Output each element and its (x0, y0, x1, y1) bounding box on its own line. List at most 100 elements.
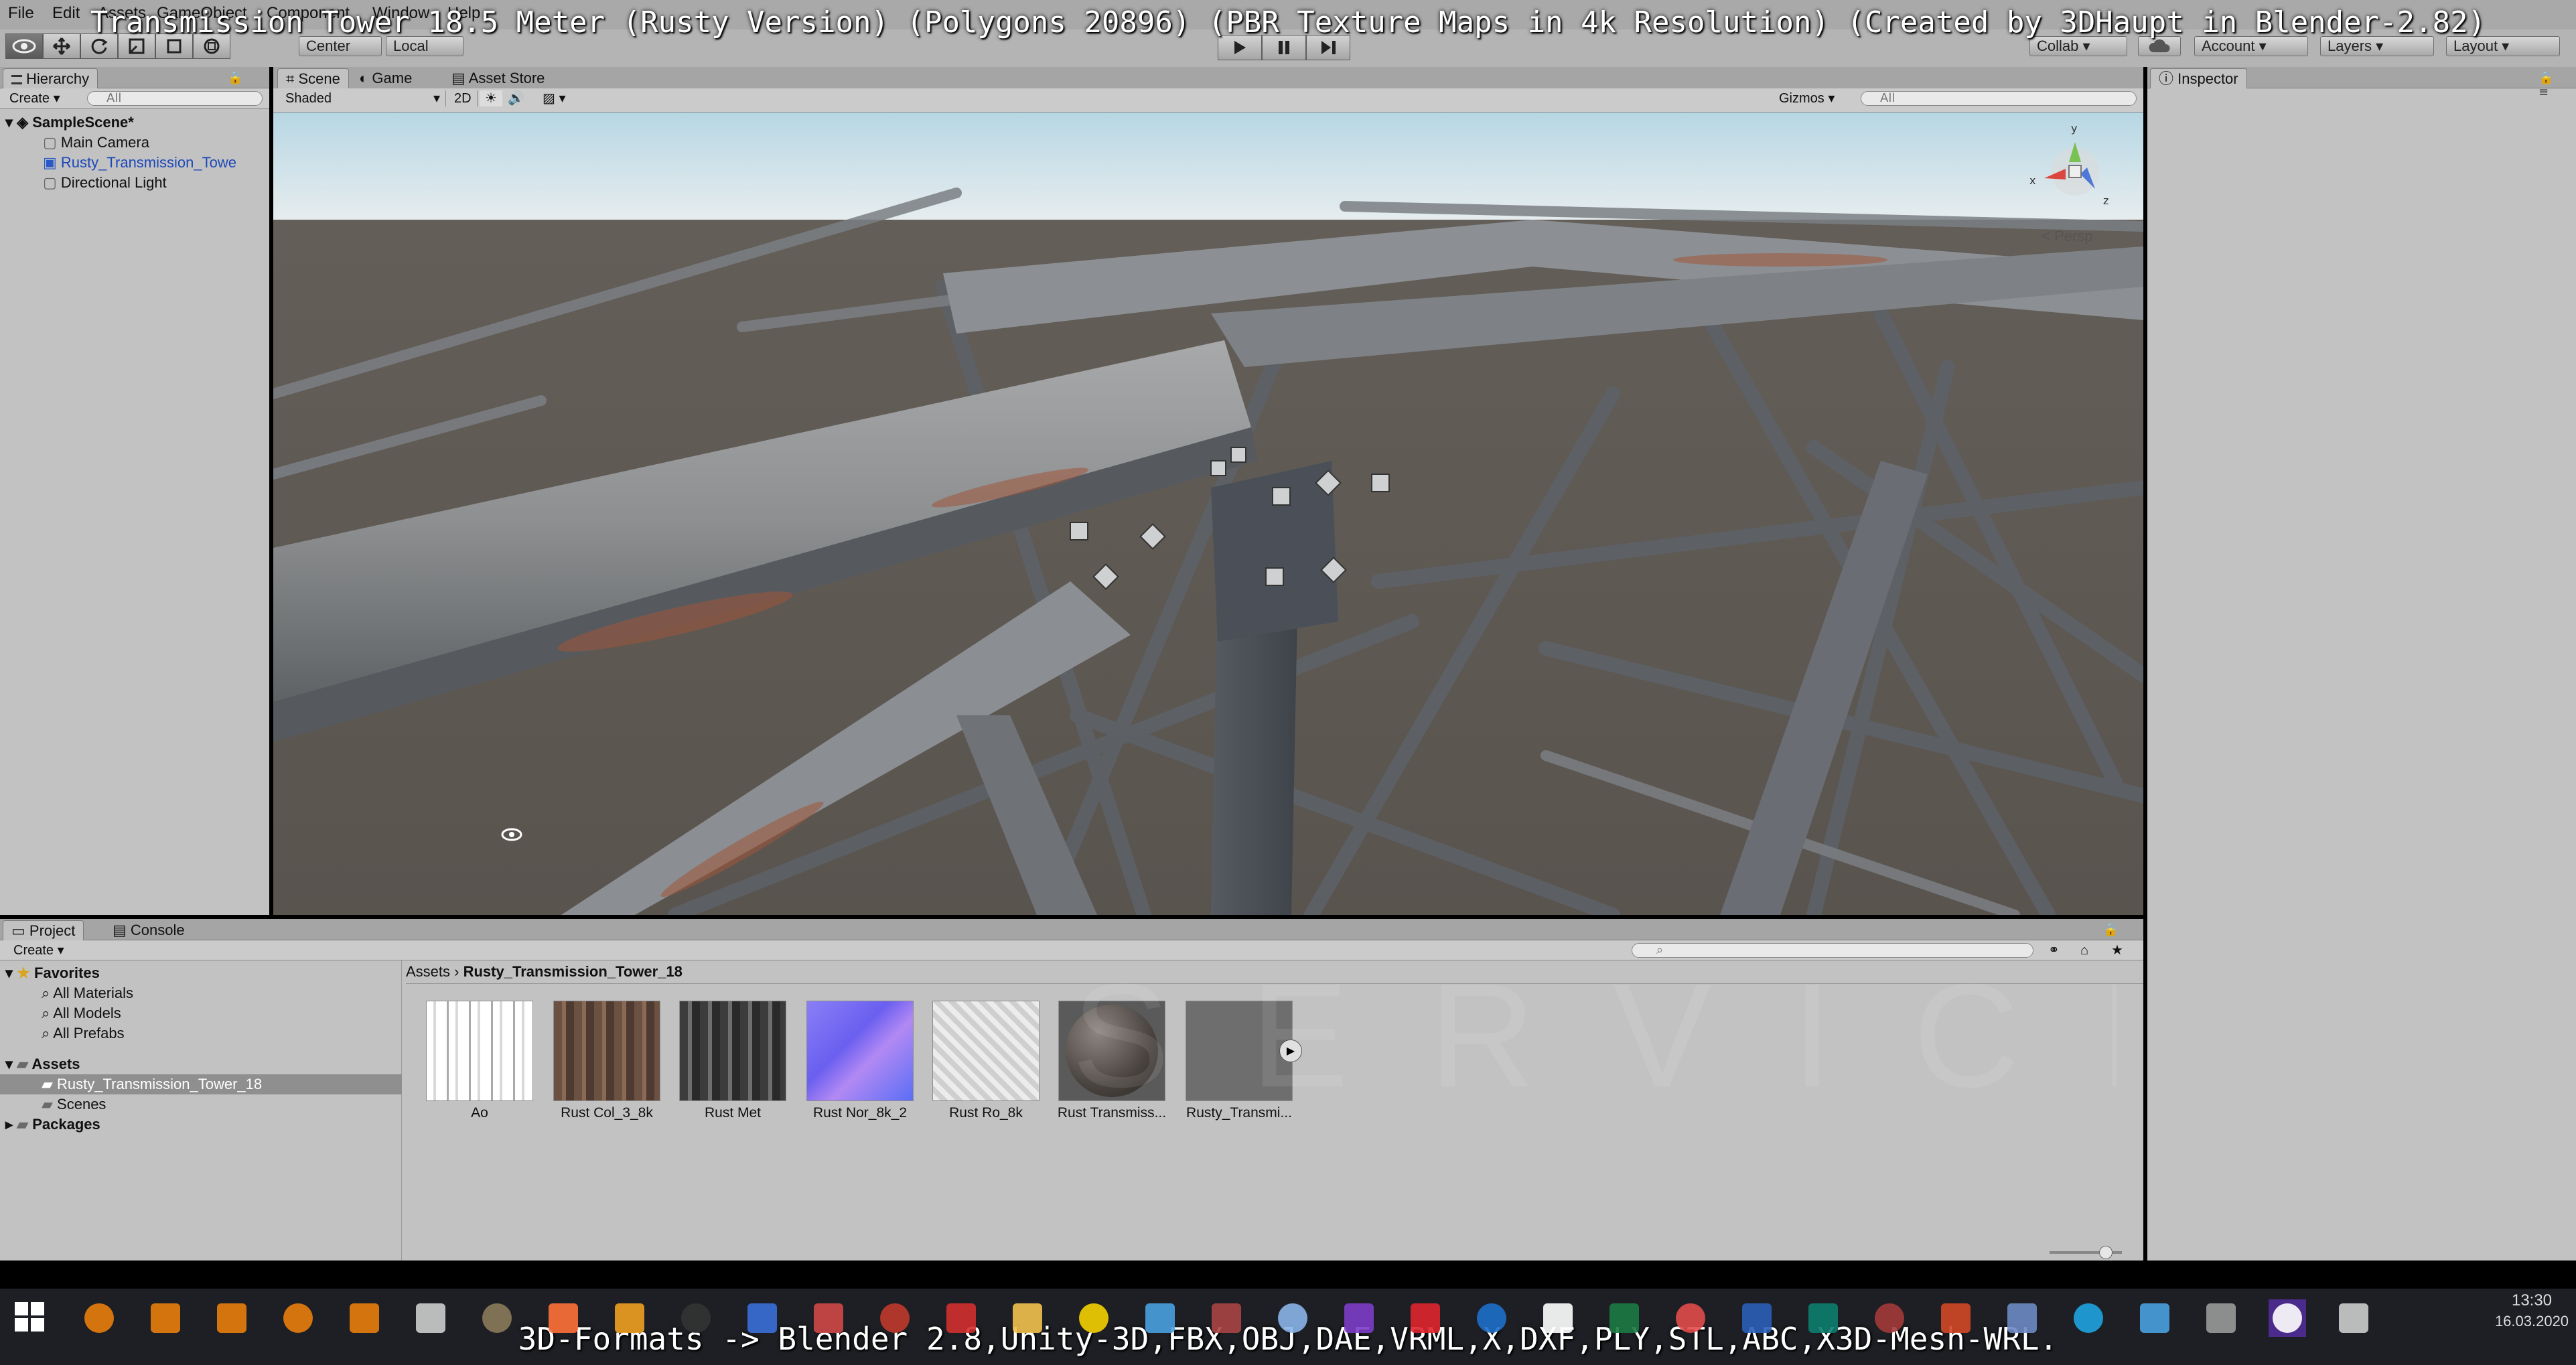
outlook-icon[interactable] (1473, 1299, 1510, 1337)
excel-icon[interactable] (1605, 1299, 1643, 1337)
asset-label[interactable]: Rust Col_3_8k (543, 1105, 670, 1121)
chart-icon[interactable] (1141, 1299, 1179, 1337)
skype-icon[interactable] (2070, 1299, 2107, 1337)
word-icon[interactable] (1738, 1299, 1776, 1337)
unity-icon[interactable] (412, 1299, 449, 1337)
pen-icon[interactable] (2136, 1299, 2173, 1337)
notes-icon[interactable] (1274, 1299, 1311, 1337)
cloud-icon (2149, 39, 2170, 52)
tree-favorites[interactable]: ▾ ★ Favorites (5, 963, 100, 983)
xampp-icon[interactable] (1075, 1299, 1113, 1337)
tree-all-models[interactable]: ⌕ All Models (42, 1003, 121, 1023)
asset-thumb-metal[interactable] (679, 1001, 786, 1101)
breadcrumb-current[interactable]: Rusty_Transmission_Tower_18 (463, 963, 683, 980)
folder-icon[interactable] (1009, 1299, 1046, 1337)
tree-rusty-tower-folder[interactable]: ▰ Rusty_Transmission_Tower_18 (0, 1074, 402, 1094)
publisher-icon[interactable] (1804, 1299, 1842, 1337)
vivaldi-icon[interactable] (1672, 1299, 1709, 1337)
audio-toggle[interactable]: 🔊 (502, 90, 530, 106)
tree-all-materials[interactable]: ⌕ All Materials (42, 983, 133, 1003)
tree-assets[interactable]: ▾ ▰ Assets (5, 1054, 80, 1074)
save-icon[interactable] (743, 1299, 781, 1337)
effects-dropdown[interactable]: ▨ ▾ (537, 90, 571, 106)
lighting-toggle[interactable]: ☀ (480, 90, 502, 106)
terminal-icon[interactable] (677, 1299, 715, 1337)
bug-icon[interactable] (876, 1299, 914, 1337)
chevron-down-icon: ▾ (433, 91, 440, 106)
edge-icon[interactable] (1539, 1299, 1577, 1337)
play-icon (1234, 41, 1246, 54)
tab-game[interactable]: ◐ Game (351, 68, 420, 88)
tab-hierarchy[interactable]: Hierarchy (3, 68, 98, 88)
asset-label[interactable]: Rust Nor_8k_2 (796, 1105, 924, 1121)
scene-search-input[interactable]: All (1861, 91, 2137, 106)
tool-icon-glyph (1212, 1303, 1241, 1333)
tab-project[interactable]: ▭ Project (3, 920, 84, 940)
tab-asset-store-label: Asset Store (468, 70, 545, 86)
tree-item-label: All Models (53, 1005, 121, 1021)
asset-label[interactable]: Rust Met (669, 1105, 796, 1121)
blender-icon-glyph (2339, 1303, 2368, 1333)
powerpoint-icon[interactable] (1937, 1299, 1975, 1337)
tab-scene[interactable]: ⌗ Scene (277, 68, 349, 88)
panel-menu-icon[interactable]: 🔒 ≡ (2103, 923, 2127, 951)
panel-menu-icon[interactable]: 🔒 ≡ (228, 71, 252, 99)
blender-icon[interactable] (147, 1299, 184, 1337)
step-icon (1321, 41, 1336, 54)
asset-label[interactable]: Ao (416, 1105, 543, 1121)
flame-icon[interactable] (611, 1299, 648, 1337)
tree-scenes-folder[interactable]: ▰ Scenes (42, 1094, 106, 1115)
blender-icon[interactable] (279, 1299, 317, 1337)
blender-icon[interactable] (2335, 1299, 2372, 1337)
tree-all-prefabs[interactable]: ⌕ All Prefabs (42, 1023, 125, 1044)
asset-thumb-ao[interactable] (426, 1001, 533, 1101)
project-create-button[interactable]: Create ▾ (8, 942, 70, 958)
firefox-icon-glyph (549, 1303, 578, 1333)
tree-item-label: All Prefabs (53, 1025, 125, 1041)
app-icon[interactable] (2202, 1299, 2240, 1337)
network-icon[interactable] (810, 1299, 847, 1337)
blender-icon[interactable] (213, 1299, 251, 1337)
hierarchy-create-button[interactable]: Create ▾ (4, 90, 66, 106)
scene-viewport[interactable]: y x z < Persp (273, 113, 2143, 915)
folder-icon: ▰ (17, 1056, 29, 1072)
blender-icon[interactable] (80, 1299, 118, 1337)
asset-label[interactable]: Rust Ro_8k (922, 1105, 1050, 1121)
tab-console[interactable]: ▤ Console (104, 920, 193, 940)
shading-mode-dropdown[interactable]: Shaded ▾ (280, 90, 446, 106)
settings-app-icon[interactable] (2003, 1299, 2041, 1337)
hierarchy-item-tower[interactable]: ▣ Rusty_Transmission_Towe (43, 153, 236, 173)
pdf-icon[interactable] (942, 1299, 980, 1337)
access-icon[interactable] (1871, 1299, 1908, 1337)
tab-asset-store[interactable]: ▤ Asset Store (443, 68, 553, 88)
panel-menu-icon[interactable]: 🔒 ≡ (2538, 71, 2563, 99)
tool-icon[interactable] (1208, 1299, 1245, 1337)
gizmos-dropdown[interactable]: Gizmos ▾ (1774, 90, 1840, 106)
slider-handle[interactable] (2099, 1246, 2113, 1259)
pen-icon-glyph (2140, 1303, 2169, 1333)
hierarchy-item-directional-light[interactable]: ▢ Directional Light (43, 173, 167, 193)
gimp-icon[interactable] (478, 1299, 516, 1337)
asset-thumb-color[interactable] (553, 1001, 660, 1101)
tree-packages[interactable]: ▸ ▰ Packages (5, 1115, 100, 1135)
account-label: Account (2202, 38, 2255, 54)
project-create-label: Create (13, 943, 54, 958)
scene-root-item[interactable]: ▾ ◈ SampleScene* (5, 113, 134, 133)
asset-thumb-normal[interactable] (806, 1001, 914, 1101)
asset-thumb-rough[interactable] (932, 1001, 1040, 1101)
unity-hub-icon[interactable] (2269, 1299, 2306, 1337)
hierarchy-item-main-camera[interactable]: ▢ Main Camera (43, 133, 149, 153)
speaker-icon: 🔊 (508, 91, 524, 106)
inspector-panel: ⓘ Inspector 🔒 ≡ (2147, 67, 2576, 1261)
firefox-icon[interactable] (545, 1299, 582, 1337)
hierarchy-search-input[interactable]: All (87, 91, 263, 106)
breadcrumb-assets[interactable]: Assets (406, 963, 450, 980)
scene-search-placeholder: All (1880, 91, 1895, 105)
scene-render (273, 113, 2143, 915)
2d-toggle[interactable]: 2D (449, 90, 478, 106)
blender-icon[interactable] (346, 1299, 383, 1337)
opera-icon[interactable] (1407, 1299, 1444, 1337)
persp-label[interactable]: < Persp (2042, 228, 2092, 245)
tab-inspector[interactable]: ⓘ Inspector (2150, 68, 2247, 88)
sphere-icon[interactable] (1340, 1299, 1378, 1337)
